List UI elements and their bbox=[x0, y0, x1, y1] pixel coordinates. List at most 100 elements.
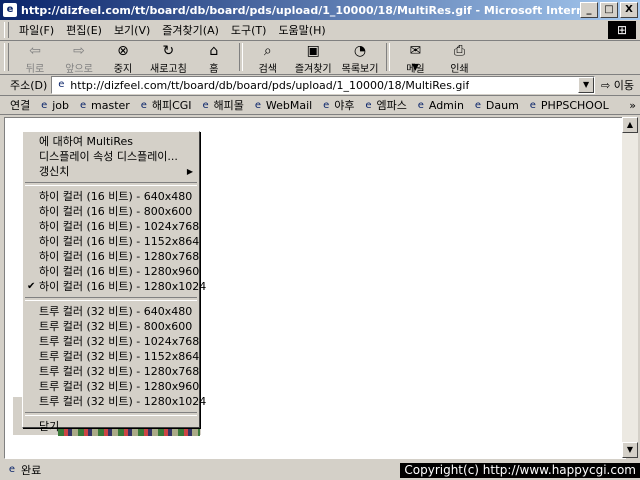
stop-button[interactable]: ⊗ 중지 bbox=[101, 43, 145, 75]
status-text: 완료 bbox=[21, 464, 42, 477]
page-icon: e bbox=[79, 99, 87, 111]
links-label: 연결 bbox=[10, 99, 31, 112]
link-phpschool[interactable]: e PHPSCHOOL bbox=[523, 99, 613, 112]
menu-item-resolution[interactable]: 하이 컬러 (16 비트) - 1024x768 bbox=[23, 219, 199, 234]
page-icon: e bbox=[254, 99, 261, 111]
menu-bar: 파일(F) 편집(E) 보기(V) 즐겨찾기(A) 도구(T) 도움말(H) ⊞ bbox=[0, 20, 640, 41]
toolbar-separator bbox=[238, 43, 243, 71]
history-icon: ◔ bbox=[353, 43, 367, 59]
menu-separator bbox=[25, 182, 197, 186]
menu-item-resolution[interactable]: 하이 컬러 (16 비트) - 800x600 bbox=[23, 204, 199, 219]
back-button[interactable]: ⇦ 뒤로 bbox=[13, 43, 57, 75]
standard-toolbar: ⇦ 뒤로 ⇨ 앞으로 ⊗ 중지 ↻ 새로고침 ⌂ 홈 ⌕ 검색 ▣ 즐겨찾기 ◔… bbox=[0, 41, 640, 75]
menu-help[interactable]: 도움말(H) bbox=[272, 22, 331, 38]
menu-item-resolution-selected[interactable]: ✔ 하이 컬러 (16 비트) - 1280x1024 bbox=[23, 279, 206, 294]
multires-context-menu: 에 대하여 MultiRes 디스플레이 속성 디스플레이... 갱신치 ▶ 하… bbox=[22, 131, 206, 433]
toolbar-grip[interactable] bbox=[4, 43, 9, 71]
checkmark-icon: ✔ bbox=[27, 281, 36, 292]
home-button[interactable]: ⌂ 홈 bbox=[192, 43, 236, 75]
mail-button[interactable]: ✉▾ 메일 bbox=[393, 43, 437, 75]
windows-logo-icon: ⊞ bbox=[608, 21, 636, 39]
menu-item-resolution[interactable]: 하이 컬러 (16 비트) - 640x480 bbox=[23, 189, 199, 204]
menu-item-resolution[interactable]: 트루 컬러 (32 비트) - 1152x864 bbox=[23, 349, 199, 364]
menu-item-refresh[interactable]: 갱신치 ▶ bbox=[23, 164, 199, 179]
go-button[interactable]: ⇨ 이동 bbox=[595, 77, 640, 93]
print-button[interactable]: ⎙ 인쇄 bbox=[437, 43, 481, 75]
link-happymall[interactable]: e 해피몰 bbox=[196, 97, 248, 113]
address-label: 주소(D) bbox=[10, 79, 48, 92]
page-icon: e bbox=[474, 99, 481, 111]
address-bar: 주소(D) e http://dizfeel.com/tt/board/db/b… bbox=[0, 75, 640, 96]
menu-file[interactable]: 파일(F) bbox=[13, 22, 60, 38]
page-icon: e bbox=[140, 99, 147, 111]
address-input[interactable]: e http://dizfeel.com/tt/board/db/board/p… bbox=[51, 76, 596, 94]
submenu-arrow-icon: ▶ bbox=[186, 167, 193, 176]
search-button[interactable]: ⌕ 검색 bbox=[246, 43, 290, 75]
minimize-button[interactable]: _ bbox=[580, 2, 598, 18]
menu-item-resolution[interactable]: 트루 컬러 (32 비트) - 1280x768 bbox=[23, 364, 199, 379]
menu-separator bbox=[25, 412, 197, 416]
favorites-button[interactable]: ▣ 즐겨찾기 bbox=[290, 43, 337, 75]
menu-favorites[interactable]: 즐겨찾기(A) bbox=[156, 22, 225, 38]
link-happycgi[interactable]: e 해피CGI bbox=[134, 97, 196, 113]
back-arrow-icon: ⇦ bbox=[29, 43, 41, 59]
menu-item-resolution[interactable]: 트루 컬러 (32 비트) - 1280x960 bbox=[23, 379, 199, 394]
page-icon: e bbox=[41, 99, 48, 111]
window-title: http://dizfeel.com/tt/board/db/board/pds… bbox=[21, 3, 580, 17]
menu-separator bbox=[25, 297, 197, 301]
menu-item-resolution[interactable]: 트루 컬러 (32 비트) - 1280x1024 bbox=[23, 394, 206, 409]
menu-item-about[interactable]: 에 대하여 MultiRes bbox=[23, 134, 199, 149]
menu-item-resolution[interactable]: 트루 컬러 (32 비트) - 640x480 bbox=[23, 304, 199, 319]
page-icon: e bbox=[58, 79, 65, 90]
menu-item-close[interactable]: 닫기 bbox=[23, 419, 199, 434]
search-icon: ⌕ bbox=[263, 43, 272, 59]
forward-arrow-icon: ⇨ bbox=[73, 43, 85, 59]
ie-icon: e bbox=[3, 3, 17, 17]
page-icon: e bbox=[365, 99, 372, 111]
link-daum[interactable]: e Daum bbox=[468, 99, 523, 112]
link-webmail[interactable]: e WebMail bbox=[248, 99, 316, 112]
printer-icon: ⎙ bbox=[453, 43, 466, 59]
page-icon: e bbox=[202, 99, 209, 111]
scroll-down-icon[interactable]: ▼ bbox=[622, 442, 638, 458]
go-arrow-icon: ⇨ bbox=[601, 79, 611, 92]
link-admin[interactable]: e Admin bbox=[411, 99, 468, 112]
close-button[interactable]: X bbox=[620, 2, 638, 18]
stop-icon: ⊗ bbox=[117, 43, 129, 59]
vertical-scrollbar[interactable]: ▲ ▼ bbox=[622, 117, 638, 458]
maximize-button[interactable]: □ bbox=[600, 2, 618, 18]
links-more-button[interactable]: » bbox=[629, 99, 640, 112]
page-icon: e bbox=[529, 99, 536, 111]
forward-button[interactable]: ⇨ 앞으로 bbox=[57, 43, 101, 75]
toolbar-separator bbox=[386, 43, 391, 71]
menu-item-resolution[interactable]: 하이 컬러 (16 비트) - 1280x768 bbox=[23, 249, 199, 264]
link-empas[interactable]: e 엠파스 bbox=[358, 97, 410, 113]
scroll-up-icon[interactable]: ▲ bbox=[622, 117, 638, 133]
menu-item-resolution[interactable]: 하이 컬러 (16 비트) - 1280x960 bbox=[23, 264, 199, 279]
mail-icon: ✉▾ bbox=[409, 43, 422, 75]
address-dropdown-icon[interactable]: ▼ bbox=[578, 77, 595, 93]
menu-tools[interactable]: 도구(T) bbox=[225, 22, 273, 38]
menu-item-resolution[interactable]: 하이 컬러 (16 비트) - 1152x864 bbox=[23, 234, 199, 249]
toolbar-grip[interactable] bbox=[4, 22, 9, 38]
refresh-button[interactable]: ↻ 새로고침 bbox=[145, 43, 192, 75]
page-icon: e bbox=[323, 99, 330, 111]
links-bar: 연결 e job e master e 해피CGI e 해피몰 e WebMail e 야후… bbox=[0, 96, 640, 115]
title-bar: e http://dizfeel.com/tt/board/db/board/p… bbox=[0, 0, 640, 20]
menu-item-resolution[interactable]: 트루 컬러 (32 비트) - 1024x768 bbox=[23, 334, 199, 349]
link-master[interactable]: e master bbox=[73, 99, 134, 112]
address-url[interactable]: http://dizfeel.com/tt/board/db/board/pds… bbox=[70, 79, 469, 92]
page-icon: e bbox=[417, 99, 424, 111]
menu-item-resolution[interactable]: 트루 컬러 (32 비트) - 800x600 bbox=[23, 319, 199, 334]
page-icon: e bbox=[8, 464, 16, 475]
copyright-banner: Copyright(c) http://www.happycgi.com bbox=[400, 463, 640, 478]
link-job[interactable]: e job bbox=[34, 99, 73, 112]
link-yahoo[interactable]: e 야후 bbox=[316, 97, 358, 113]
menu-edit[interactable]: 편집(E) bbox=[60, 22, 108, 38]
menu-view[interactable]: 보기(V) bbox=[108, 22, 156, 38]
menu-item-display-properties[interactable]: 디스플레이 속성 디스플레이... bbox=[23, 149, 199, 164]
status-bar: e 완료 Copyright(c) http://www.happycgi.co… bbox=[0, 460, 640, 480]
favorites-icon: ▣ bbox=[306, 43, 320, 59]
refresh-icon: ↻ bbox=[162, 43, 175, 59]
history-button[interactable]: ◔ 목록보기 bbox=[337, 43, 384, 75]
